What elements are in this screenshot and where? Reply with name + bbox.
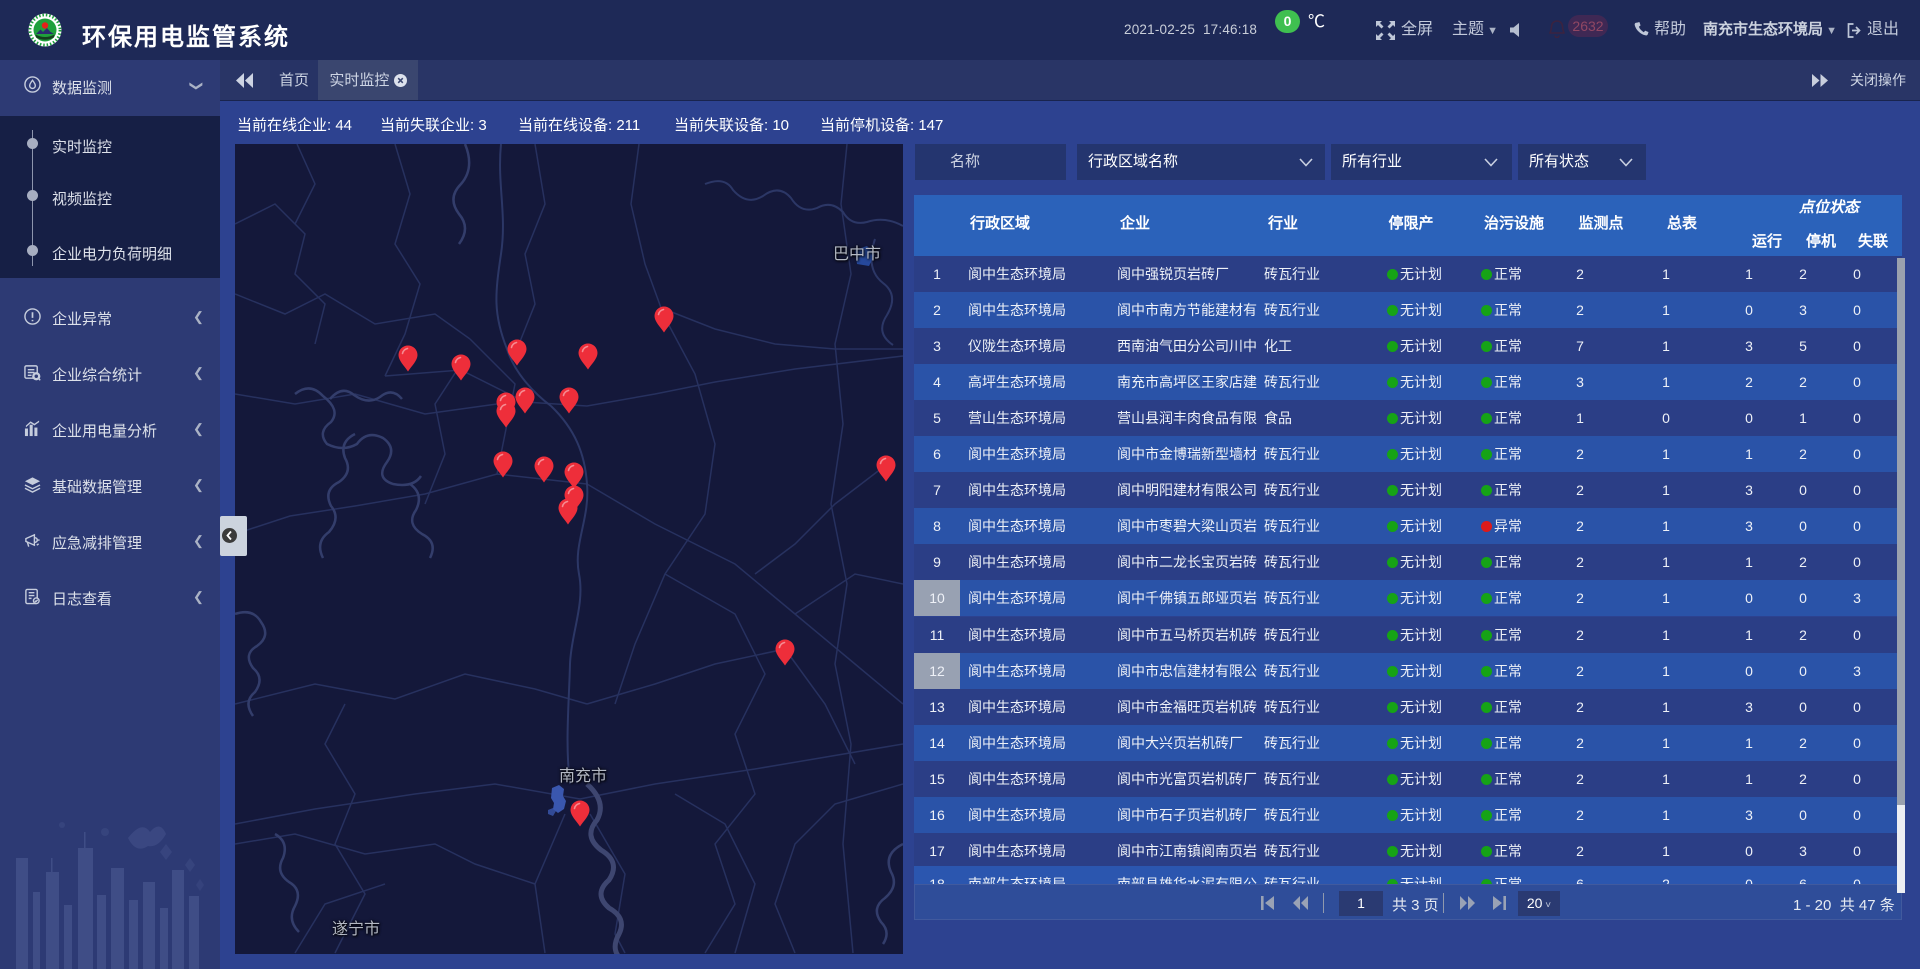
svg-text:南充市: 南充市 [559, 767, 607, 785]
svg-text:遂宁市: 遂宁市 [332, 920, 380, 938]
svg-text:巴中市: 巴中市 [833, 245, 881, 263]
